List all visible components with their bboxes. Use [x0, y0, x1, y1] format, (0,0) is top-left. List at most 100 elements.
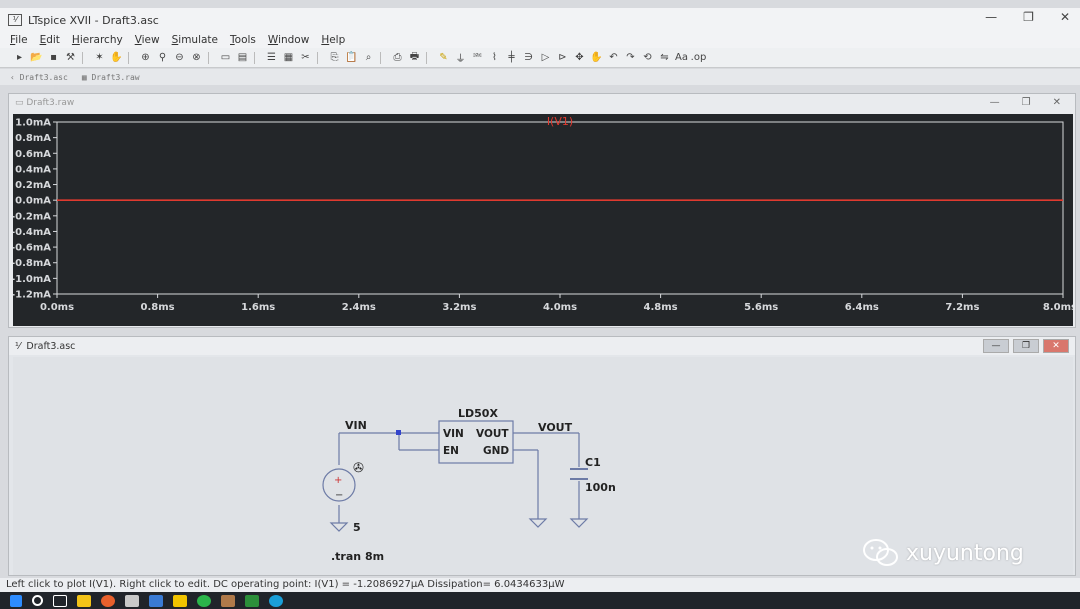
tab-label: Draft3.asc [19, 72, 68, 82]
autoscale-icon[interactable]: ▭ [218, 51, 233, 65]
tab-draft3-asc[interactable]: ‹ Draft3.asc [10, 73, 68, 82]
label-icon[interactable]: ⎃ [470, 51, 485, 65]
menu-help[interactable]: Help [321, 34, 345, 46]
cut-icon[interactable]: ✂ [298, 51, 313, 65]
find-icon[interactable]: ⌕ [361, 51, 376, 65]
save-icon[interactable]: ▪ [46, 51, 61, 65]
pan-icon[interactable]: ⚲ [155, 51, 170, 65]
ground-symbol-ic[interactable] [528, 518, 548, 528]
waveform-minimize-button[interactable]: — [990, 97, 1000, 108]
wechat-icon[interactable] [197, 594, 211, 607]
edge-icon[interactable] [269, 594, 283, 607]
wires[interactable] [338, 432, 580, 523]
task-view-icon[interactable] [53, 594, 67, 607]
resistor-icon[interactable]: ⌇ [487, 51, 502, 65]
zoom-out-icon[interactable]: ⊖ [172, 51, 187, 65]
x-tick-label: 5.6ms [744, 302, 778, 313]
schematic-minimize-button[interactable]: — [983, 339, 1009, 353]
source-minus-sign: − [335, 490, 343, 501]
schematic-close-button[interactable]: ✕ [1043, 339, 1069, 353]
plot-frame [56, 121, 1064, 295]
minimize-button[interactable]: — [985, 10, 997, 24]
schematic-icon: ⅟ [15, 340, 21, 352]
waveform-close-button[interactable]: ✕ [1053, 97, 1061, 108]
tile-icon[interactable]: ▤ [235, 51, 250, 65]
spice-directive[interactable]: .tran 8m [331, 550, 384, 563]
close-icon[interactable]: ▦ [281, 51, 296, 65]
cascade-icon[interactable]: ☰ [264, 51, 279, 65]
menu-view[interactable]: View [135, 34, 160, 46]
copy-icon[interactable]: ⎘ [327, 51, 342, 65]
paste-icon[interactable]: 📋 [344, 51, 359, 65]
halt-icon[interactable]: ✋ [109, 51, 124, 65]
ic-pin-vout: VOUT [476, 428, 509, 440]
undo-icon[interactable]: ↶ [606, 51, 621, 65]
x-tick-label: 0.0ms [40, 302, 74, 313]
menu-window[interactable]: Window [268, 34, 309, 46]
x-tick-label: 4.0ms [543, 302, 577, 313]
restore-button[interactable]: ❐ [1023, 10, 1034, 24]
tab-draft3-raw[interactable]: ▦ Draft3.raw [82, 73, 140, 82]
drag-icon[interactable]: ✋ [589, 51, 604, 65]
toolbar: ▸ 📂 ▪ ⚒ ✶ ✋ ⊕ ⚲ ⊖ ⊗ ▭ ▤ ☰ ▦ ✂ ⎘ 📋 ⌕ ⎙ 🖶 … [0, 48, 1080, 68]
open-icon[interactable]: 📂 [29, 51, 44, 65]
menu-hierarchy[interactable]: Hierarchy [72, 34, 123, 46]
zoom-in-icon[interactable]: ⊕ [138, 51, 153, 65]
schematic-restore-button[interactable]: ❐ [1013, 339, 1039, 353]
control-panel-icon[interactable]: ⚒ [63, 51, 78, 65]
document-tabs: ‹ Draft3.asc ▦ Draft3.raw [0, 69, 1080, 85]
app-icon[interactable] [125, 594, 139, 607]
net-label-vin: VIN [345, 419, 367, 432]
toolbar-separator [426, 51, 432, 64]
waveform-plot[interactable]: 1.0mA 0.8mA 0.6mA 0.4mA 0.2mA 0.0mA -0.2mA -0.4… [13, 114, 1073, 326]
zoom-fit-icon[interactable]: ⊗ [189, 51, 204, 65]
x-tick-label: 8.0ms [1043, 302, 1073, 313]
waveform-restore-button[interactable]: ❐ [1022, 97, 1031, 108]
browser-icon[interactable] [101, 594, 115, 607]
y-tick-label: 0.8mA [15, 133, 51, 144]
app-icon[interactable] [173, 594, 187, 607]
window-controls: — ❐ ✕ [985, 10, 1070, 24]
windows-start-icon[interactable] [10, 594, 22, 607]
rotate-icon[interactable]: ⟲ [640, 51, 655, 65]
y-tick-label: -0.8mA [13, 258, 51, 269]
y-tick-label: 1.0mA [15, 118, 51, 129]
print-icon[interactable]: ⎙ [390, 51, 405, 65]
wire-icon[interactable]: ✎ [436, 51, 451, 65]
ground-symbol-cap[interactable] [569, 518, 589, 528]
new-schematic-icon[interactable]: ▸ [12, 51, 27, 65]
diode-icon[interactable]: ▷ [538, 51, 553, 65]
ic-name-label: LD50X [458, 407, 498, 420]
menu-tools[interactable]: Tools [230, 34, 256, 46]
schematic-title: Draft3.asc [26, 340, 76, 352]
junction-dot[interactable] [396, 430, 401, 435]
menu-simulate[interactable]: Simulate [172, 34, 218, 46]
ground-icon[interactable]: ⏚ [453, 51, 468, 65]
y-tick-label: 0.6mA [15, 149, 51, 160]
y-tick-label: 0.2mA [15, 180, 51, 191]
file-explorer-icon[interactable] [77, 594, 91, 607]
trace-label-i-v1[interactable]: I(V1) [547, 115, 573, 128]
text-icon[interactable]: Aa [674, 51, 689, 65]
search-icon[interactable] [32, 595, 43, 606]
app-icon[interactable] [149, 594, 163, 607]
redo-icon[interactable]: ↷ [623, 51, 638, 65]
waveform-plot-area[interactable]: 1.0mA 0.8mA 0.6mA 0.4mA 0.2mA 0.0mA -0.2mA -0.4… [13, 114, 1073, 326]
mirror-icon[interactable]: ⇋ [657, 51, 672, 65]
component-icon[interactable]: ⊳ [555, 51, 570, 65]
move-icon[interactable]: ✥ [572, 51, 587, 65]
app-icon[interactable] [221, 594, 235, 607]
app-icon[interactable] [245, 594, 259, 607]
print-preview-icon[interactable]: 🖶 [407, 51, 422, 65]
inductor-icon[interactable]: ∋ [521, 51, 536, 65]
watermark: xuyuntong [862, 538, 1024, 568]
ground-symbol-source[interactable] [329, 522, 349, 532]
ic-pin-vin: VIN [443, 428, 464, 440]
y-tick-label: -0.6mA [13, 243, 51, 254]
spice-directive-icon[interactable]: .op [691, 51, 707, 65]
capacitor-icon[interactable]: ╪ [504, 51, 519, 65]
menu-edit[interactable]: Edit [40, 34, 60, 46]
run-icon[interactable]: ✶ [92, 51, 107, 65]
menu-file[interactable]: File [10, 34, 28, 46]
close-button[interactable]: ✕ [1060, 10, 1070, 24]
